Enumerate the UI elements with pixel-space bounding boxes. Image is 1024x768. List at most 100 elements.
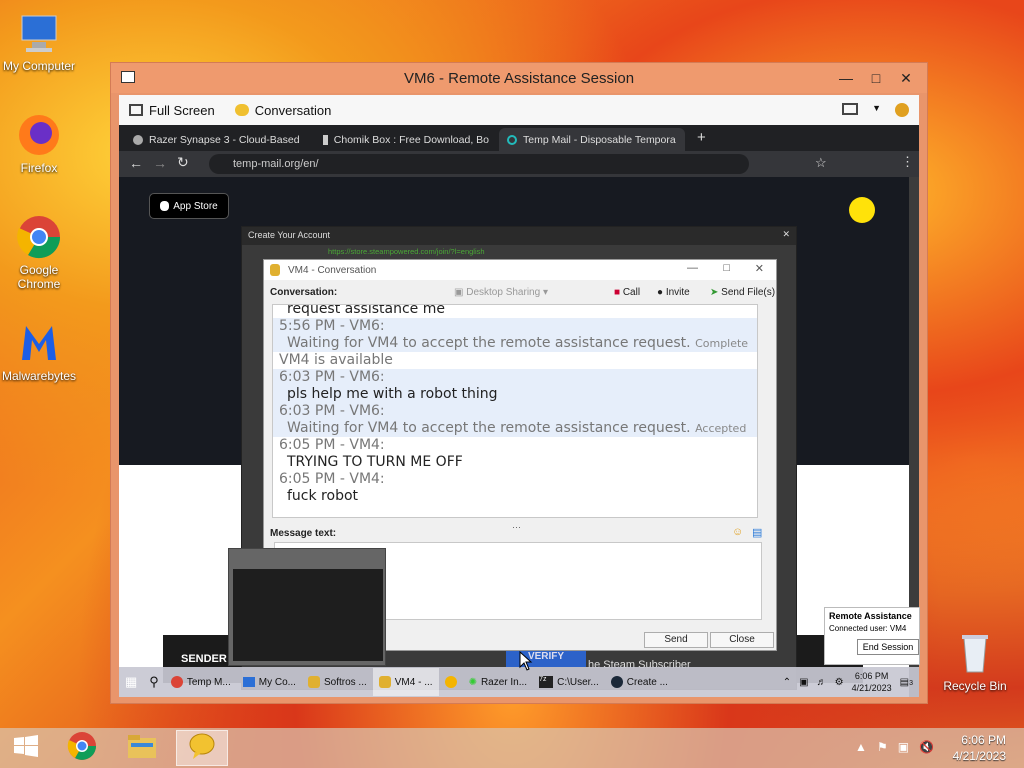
steam-title: Create Your Account [248,230,331,240]
call-button[interactable]: ■ Call [614,287,640,298]
desktop-icon-label: Recycle Bin [943,679,1007,693]
remote-assistance-popup: Remote Assistance Connected user: VM4 En… [824,607,920,665]
settings-icon[interactable] [895,103,909,117]
windows-icon [13,734,39,763]
minimize-button[interactable]: — [687,262,698,274]
minimize-button[interactable]: — [831,67,861,89]
star-icon[interactable]: ☆ [815,155,827,171]
close-button[interactable]: ✕ [755,262,764,275]
taskbar-item-softros[interactable]: Softros ... [302,668,373,696]
start-button[interactable]: ▦ [119,668,143,696]
new-tab-button[interactable]: + [697,129,706,146]
taskbar-label: Create ... [626,676,668,688]
taskbar-file-explorer[interactable] [116,730,168,766]
steam-url: https://store.steampowered.com/join/?l=e… [328,247,485,256]
message-text: Waiting for VM4 to accept the remote ass… [287,335,691,351]
chevron-up-icon[interactable]: ▲ [855,740,867,754]
steam-url-bar: https://store.steampowered.com/join/?l=e… [242,245,796,259]
tab-label: Temp Mail - Disposable Tempora [523,133,676,146]
close-icon[interactable]: ✕ [782,229,790,240]
window-preview-thumbnail[interactable] [228,548,386,666]
taskbar-item-temp-mail[interactable]: Temp M... [165,668,237,696]
app-store-badge[interactable]: App Store [149,193,229,219]
send-files-button[interactable]: ➤ Send File(s) [710,287,775,298]
close-conversation-button[interactable]: Close [710,632,774,648]
taskbar-item-my-computer[interactable]: My Co... [237,668,302,696]
end-session-button[interactable]: End Session [857,639,919,655]
remote-system-tray: ⌃ ▣ ♬ ⚙ 6:06 PM 4/21/2023 ▤3 [783,670,919,694]
conversation-title: VM4 - Conversation [288,264,377,276]
search-button[interactable]: ⚲ [143,668,165,696]
tab-temp-mail[interactable]: Temp Mail - Disposable Tempora [499,128,685,151]
firefox-icon [16,112,62,158]
back-icon[interactable]: ← [129,155,143,171]
remote-clock[interactable]: 6:06 PM 4/21/2023 [852,670,892,694]
desktop-icon-google-chrome[interactable]: Google Chrome [0,214,78,291]
call-label: Call [622,286,641,298]
title-bar: VM6 - Remote Assistance Session — □ ✕ [111,63,927,93]
send-button[interactable]: Send [644,632,708,648]
camera-icon: ■ [614,286,621,298]
remote-assistance-icon [187,732,217,765]
message-line: 6:05 PM - VM4: [279,471,385,487]
volume-icon[interactable]: ♬ [817,677,827,688]
taskbar-item-steam[interactable]: Create ... [605,668,674,696]
tab-chomik[interactable]: Chomik Box : Free Download, Bo [315,128,497,151]
desktop-icon-recycle-bin[interactable]: Recycle Bin [936,630,1014,693]
smiley-icon[interactable]: ☺ [732,526,743,538]
menu-icon[interactable]: ⋮ [901,154,914,170]
resize-grip[interactable]: ⋯ [512,522,521,533]
razer-icon: ✺ [468,676,477,688]
reload-icon[interactable]: ↻ [177,154,189,171]
close-button[interactable]: ✕ [891,67,921,89]
chevron-up-icon[interactable]: ⌃ [783,677,791,688]
full-screen-button[interactable]: Full Screen [119,95,225,125]
maximize-button[interactable]: □ [723,262,730,274]
malwarebytes-icon [16,320,62,366]
remote-time: 6:06 PM [854,671,889,681]
message-line: pls help me with a robot thing [273,386,757,403]
notification-icon[interactable]: ▤3 [900,677,913,688]
conversation-label: Conversation: [270,286,338,298]
conversation-log[interactable]: request assistance me 5:56 PM - VM6: Wai… [272,304,758,518]
tab-razer[interactable]: Razer Synapse 3 - Cloud-Based [125,128,315,151]
full-screen-label: Full Screen [149,102,215,118]
conversation-titlebar: VM4 - Conversation — □ ✕ [264,260,776,280]
desktop-icon-firefox[interactable]: Firefox [0,112,78,175]
desktop-icon-label: Google Chrome [17,263,61,291]
settings-icon[interactable]: ⚙ [835,677,844,688]
desktop-icon-my-computer[interactable]: My Computer [0,10,78,73]
ra-toolbar: Full Screen Conversation ▼ [119,95,919,125]
desktop-sharing-button[interactable]: ▣ Desktop Sharing ▾ [454,287,548,298]
thumbnail-content [233,569,383,661]
start-button[interactable] [0,730,52,766]
flag-icon[interactable]: ⚑ [877,740,888,754]
chevron-down-icon[interactable]: ▼ [872,103,881,117]
message-text-label: Message text: [270,528,337,539]
network-icon[interactable]: ▣ [799,677,808,688]
format-icon[interactable]: ▤ [752,526,762,539]
forward-icon[interactable]: → [153,155,167,171]
message-status: Complete [695,337,749,350]
display-icon[interactable] [842,103,859,115]
desktop-icon-label: Firefox [20,161,58,175]
taskbar-item-chrome-canary[interactable] [439,668,463,696]
app-store-label: App Store [173,200,218,212]
host-clock[interactable]: 6:06 PM 4/21/2023 [953,732,1006,764]
taskbar-item-vm4[interactable]: VM4 - ... [372,668,439,696]
taskbar-item-7zip[interactable]: 7z C:\User... [533,668,605,696]
volume-muted-icon[interactable]: 🔇 [919,740,934,754]
taskbar-chrome[interactable] [56,730,108,766]
chrome-icon [170,676,183,688]
invite-button[interactable]: ● Invite [657,287,690,298]
desktop-icon-malwarebytes[interactable]: Malwarebytes [0,320,78,383]
message-line: request assistance me [287,304,445,317]
conversation-toolbar: Conversation: ▣ Desktop Sharing ▾ ■ Call… [264,280,776,304]
maximize-button[interactable]: □ [861,67,891,89]
host-system-tray: ▲ ⚑ ▣ 🔇 [855,740,934,754]
tab-label: Razer Synapse 3 - Cloud-Based [149,133,300,146]
conversation-button[interactable]: Conversation [225,95,342,125]
address-bar[interactable]: temp-mail.org/en/ [209,154,749,174]
network-icon[interactable]: ▣ [898,740,909,754]
taskbar-remote-assistance[interactable] [176,730,228,766]
